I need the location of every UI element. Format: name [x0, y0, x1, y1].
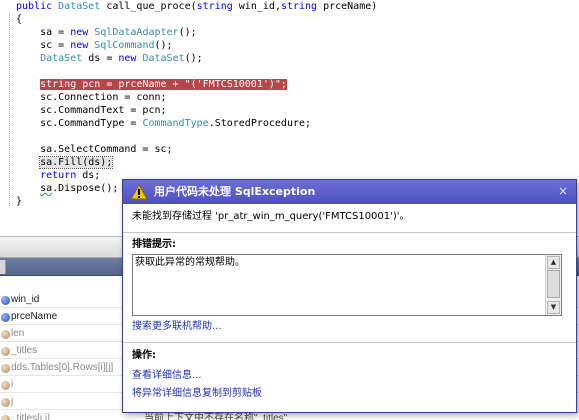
code-line[interactable]: sa = new SqlDataAdapter();: [16, 26, 197, 39]
code-token: SqlDataAdapter: [94, 27, 179, 38]
code-token: sa: [40, 183, 53, 194]
code-line[interactable]: sc.CommandText = pcn;: [16, 104, 167, 117]
exception-titlebar[interactable]: 用户代码未处理 SqlException ×: [123, 180, 576, 204]
variable-icon: [1, 296, 10, 305]
tip-general-help[interactable]: 获取此异常的常规帮助。: [135, 256, 245, 270]
exception-title: 用户代码未处理 SqlException: [154, 185, 316, 198]
code-line[interactable]: {: [16, 13, 22, 26]
code-token: DataSet: [142, 53, 185, 64]
code-token: ();: [154, 40, 173, 51]
view-details-link[interactable]: 查看详细信息...: [132, 369, 202, 383]
code-token: string pcn = prceName + "('FMTCS10001')"…: [40, 79, 287, 90]
variable-icon: [1, 330, 10, 339]
code-token: win_id,: [232, 1, 281, 12]
code-line[interactable]: sa.SelectCommand = sc;: [16, 143, 173, 156]
variable-name: prceName: [11, 311, 58, 322]
exception-assistant: 用户代码未处理 SqlException × 未能找到存储过程 'pr_atr_…: [122, 179, 577, 413]
code-token: sc =: [16, 40, 71, 51]
code-token: new: [118, 53, 137, 64]
variable-icon: [1, 313, 10, 322]
code-token: return: [40, 170, 77, 181]
code-token: public: [16, 1, 53, 12]
code-token: CommandType: [142, 118, 209, 129]
actions-heading: 操作:: [132, 350, 156, 361]
variable-icon: [1, 381, 10, 390]
code-line[interactable]: string pcn = prceName + "('FMTCS10001')"…: [16, 78, 287, 91]
code-token: DataSet: [58, 1, 101, 12]
code-token: sa =: [16, 27, 71, 38]
copy-details-link[interactable]: 将异常详细信息复制到剪贴板: [132, 387, 262, 401]
warning-icon: [130, 184, 148, 200]
code-token: SqlCommand: [94, 40, 155, 51]
tips-listbox[interactable]: 获取此异常的常规帮助。 ▲ ▼: [132, 254, 562, 316]
variable-name: win_id: [11, 294, 40, 305]
code-token: string: [280, 1, 318, 12]
search-online-help-link[interactable]: 搜索更多联机帮助...: [132, 320, 222, 334]
variable-icon: [1, 364, 10, 373]
code-token: .StoredProcedure;: [208, 118, 312, 129]
code-token: sa.SelectCommand = sc;: [16, 144, 173, 155]
code-line[interactable]: sa.Dispose();: [16, 182, 118, 195]
code-line[interactable]: }: [16, 195, 22, 208]
code-line[interactable]: sa.Fill(ds);: [16, 156, 114, 169]
code-token: DataSet: [40, 53, 83, 64]
code-line[interactable]: public DataSet call_que_proce(string win…: [16, 0, 377, 13]
variable-name: _titles: [11, 345, 38, 356]
tips-heading: 排错提示:: [132, 239, 176, 250]
code-token: new: [70, 40, 89, 51]
exception-message: 未能找到存储过程 'pr_atr_win_m_query('FMTCS10001…: [132, 211, 410, 222]
scroll-thumb[interactable]: [547, 270, 560, 298]
code-token: }: [16, 196, 23, 207]
code-line[interactable]: sc.CommandType = CommandType.StoredProce…: [16, 117, 311, 130]
code-token: sa.Fill(ds);: [39, 156, 114, 169]
outline-guide: [9, 13, 10, 206]
scroll-up-icon[interactable]: ▲: [547, 256, 560, 269]
code-token: ();: [178, 27, 197, 38]
close-icon[interactable]: ×: [556, 184, 570, 198]
code-line[interactable]: return ds;: [16, 169, 100, 182]
variable-icon: [1, 415, 10, 420]
code-token: string: [196, 1, 233, 12]
code-token: .Dispose();: [52, 183, 119, 194]
code-line[interactable]: DataSet ds = new DataSet();: [16, 52, 203, 65]
code-token: new: [70, 27, 89, 38]
code-token: call_que_proce(: [100, 1, 197, 12]
code-token: sc.Connection = conn;: [16, 92, 167, 103]
code-line[interactable]: sc = new SqlCommand();: [16, 39, 173, 52]
code-token: sc.CommandType =: [16, 118, 143, 129]
variable-icon: [1, 347, 10, 356]
variable-icon: [1, 398, 10, 407]
code-token: ds =: [82, 53, 119, 64]
code-token: sc.CommandText = pcn;: [16, 105, 167, 116]
code-line[interactable]: sc.Connection = conn;: [16, 91, 167, 104]
variable-name: j: [11, 396, 14, 407]
code-token: ();: [184, 53, 203, 64]
code-token: {: [16, 14, 23, 25]
variable-name: _titles[i,j]: [11, 413, 50, 420]
header-grip[interactable]: [0, 260, 6, 274]
code-token: prceName): [317, 1, 378, 12]
variable-name: i: [11, 379, 14, 390]
code-token: ds;: [76, 170, 101, 181]
variable-name: len: [11, 328, 25, 339]
scroll-down-icon[interactable]: ▼: [547, 301, 560, 314]
variable-name: dds.Tables[0].Rows[i][j]: [11, 362, 114, 373]
tips-scrollbar[interactable]: ▲ ▼: [545, 255, 561, 315]
